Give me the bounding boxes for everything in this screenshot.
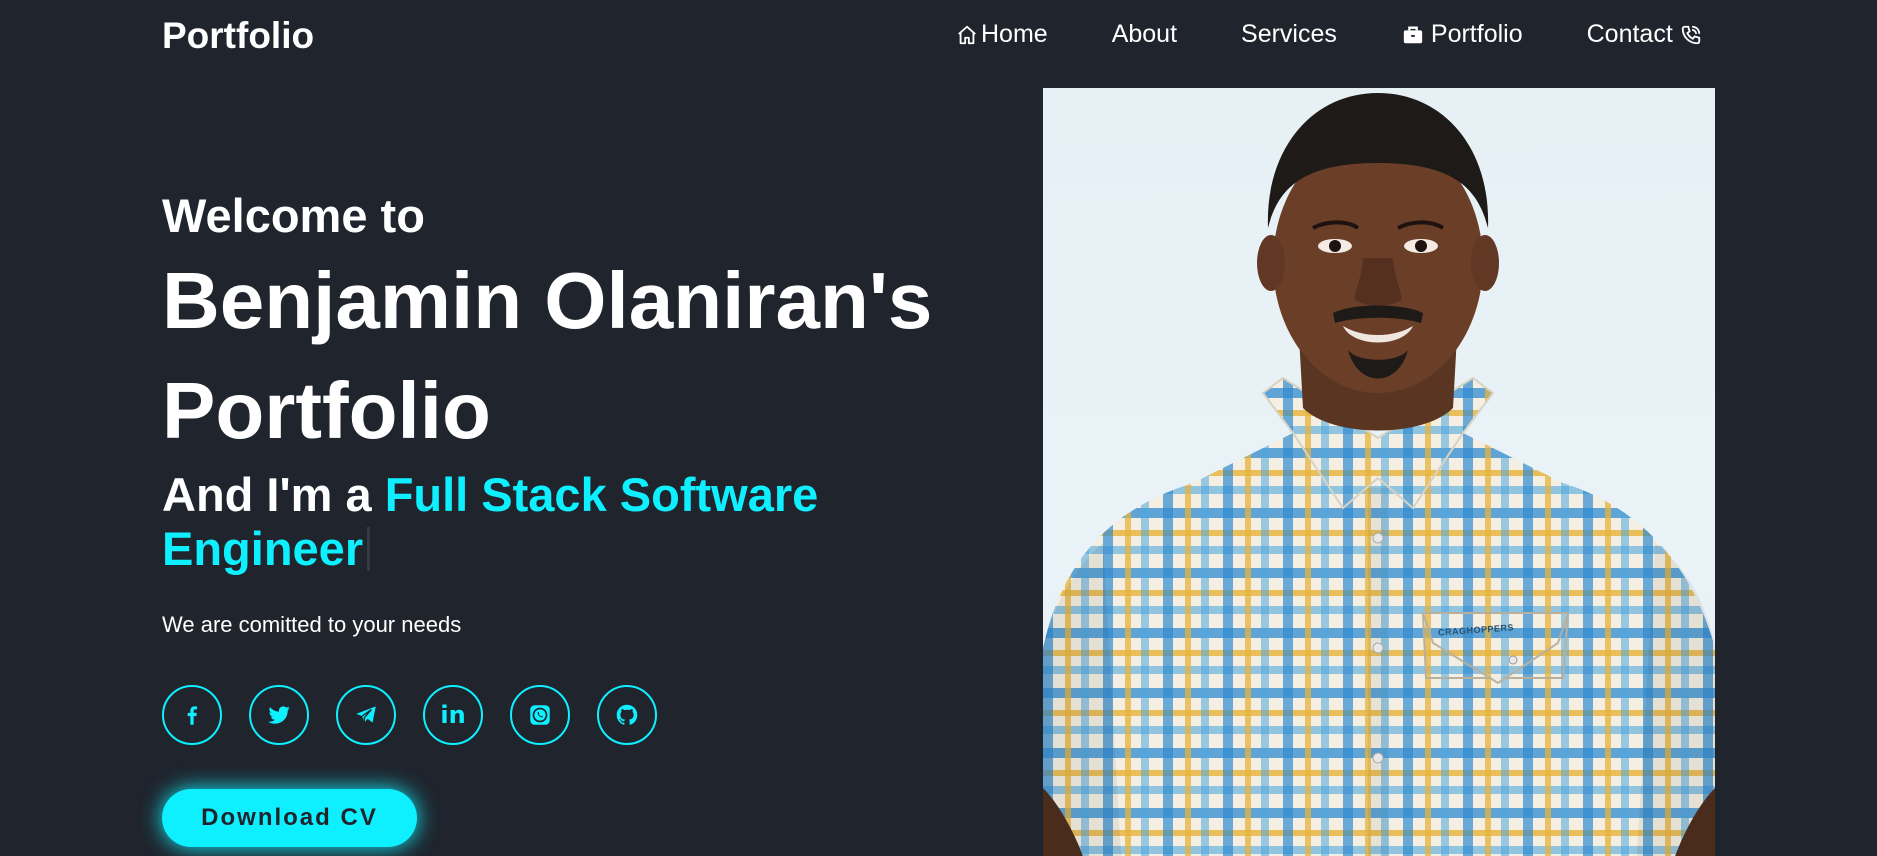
typing-caret bbox=[367, 527, 371, 571]
phone-icon bbox=[1679, 23, 1703, 47]
profile-photo-illustration bbox=[1043, 93, 1715, 856]
nav-contact[interactable]: Contact bbox=[1587, 20, 1703, 49]
facebook-link[interactable] bbox=[162, 685, 222, 745]
nav-services[interactable]: Services bbox=[1241, 20, 1337, 49]
whatsapp-icon bbox=[527, 702, 553, 728]
nav-home[interactable]: Home bbox=[955, 20, 1048, 49]
telegram-icon bbox=[353, 702, 379, 728]
nav-portfolio-label: Portfolio bbox=[1430, 20, 1523, 48]
tagline: We are comitted to your needs bbox=[162, 612, 462, 637]
github-link[interactable] bbox=[597, 685, 657, 745]
role-heading: And I'm a Full Stack Software Engineer bbox=[162, 468, 1022, 576]
twitter-link[interactable] bbox=[249, 685, 309, 745]
welcome-heading: Welcome to bbox=[162, 189, 425, 242]
nav-about[interactable]: About bbox=[1112, 20, 1177, 49]
home-icon bbox=[955, 23, 979, 47]
briefcase-icon bbox=[1401, 23, 1425, 47]
nav-about-label: About bbox=[1111, 20, 1178, 48]
download-cv-button[interactable]: Download CV bbox=[162, 789, 417, 847]
linkedin-icon: in bbox=[440, 701, 466, 729]
twitter-icon bbox=[266, 702, 292, 728]
main-nav: Home About Services Portfolio Contact bbox=[955, 20, 1703, 49]
nav-contact-label: Contact bbox=[1586, 20, 1673, 48]
role-prefix: And I'm a bbox=[162, 468, 385, 521]
name-heading: Benjamin Olaniran's Portfolio bbox=[162, 256, 933, 455]
portfolio-page: Portfolio Home About Services Portfolio bbox=[0, 0, 1877, 856]
telegram-link[interactable] bbox=[336, 685, 396, 745]
whatsapp-link[interactable] bbox=[510, 685, 570, 745]
facebook-icon bbox=[179, 702, 205, 728]
site-header: Portfolio Home About Services Portfolio bbox=[0, 0, 1877, 72]
social-links: in bbox=[162, 685, 1022, 745]
logo[interactable]: Portfolio bbox=[162, 15, 314, 57]
linkedin-link[interactable]: in bbox=[423, 685, 483, 745]
profile-photo: CRAGHOPPERS bbox=[1043, 88, 1715, 856]
nav-services-label: Services bbox=[1241, 20, 1337, 48]
nav-home-label: Home bbox=[981, 20, 1048, 48]
hero-section: Welcome to Benjamin Olaniran's Portfolio… bbox=[162, 188, 1022, 847]
github-icon bbox=[614, 702, 640, 728]
nav-portfolio[interactable]: Portfolio bbox=[1401, 20, 1523, 49]
